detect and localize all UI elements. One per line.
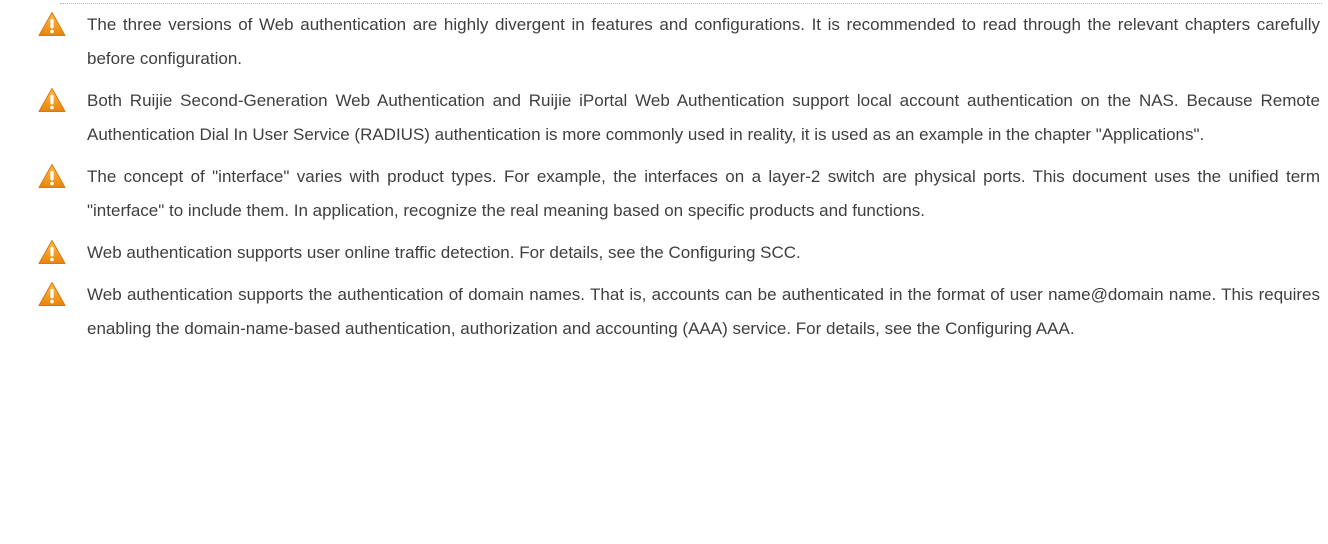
caution-note-text: Web authentication supports user online …: [87, 243, 801, 262]
caution-note-text: Web authentication supports the authenti…: [87, 285, 1320, 338]
warning-triangle-icon: [38, 281, 66, 307]
warning-triangle-icon: [38, 87, 66, 113]
caution-note: Both Ruijie Second-Generation Web Authen…: [30, 84, 1320, 152]
caution-note: Web authentication supports user online …: [30, 236, 1320, 270]
warning-triangle-icon: [38, 11, 66, 37]
top-divider: [60, 3, 1322, 4]
caution-note: The three versions of Web authentication…: [30, 8, 1320, 76]
caution-note: Web authentication supports the authenti…: [30, 278, 1320, 346]
caution-note: The concept of "interface" varies with p…: [30, 160, 1320, 228]
caution-note-text: The concept of "interface" varies with p…: [87, 167, 1320, 220]
caution-note-text: Both Ruijie Second-Generation Web Authen…: [87, 91, 1320, 144]
warning-triangle-icon: [38, 163, 66, 189]
caution-notes-list: The three versions of Web authentication…: [30, 8, 1320, 354]
warning-triangle-icon: [38, 239, 66, 265]
caution-note-text: The three versions of Web authentication…: [87, 15, 1320, 68]
